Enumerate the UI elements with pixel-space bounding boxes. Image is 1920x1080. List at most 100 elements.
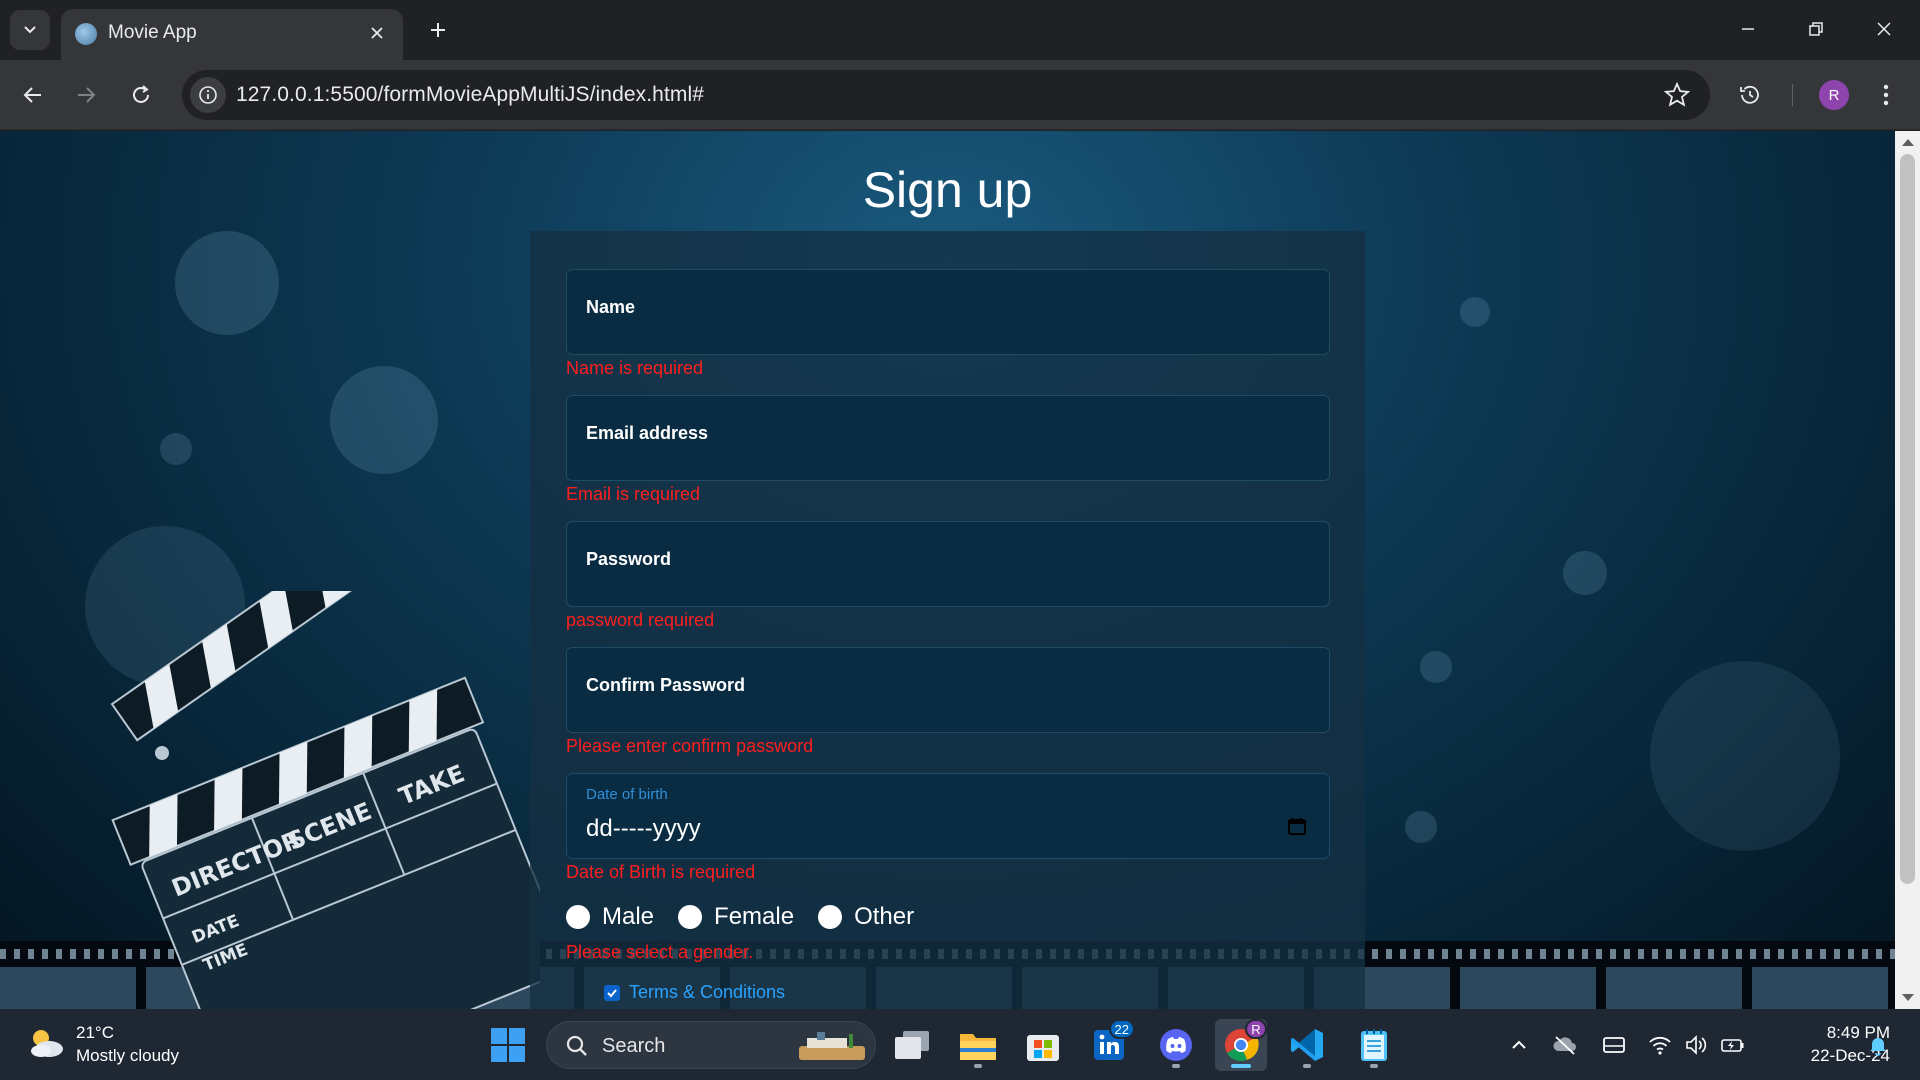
minimize-icon <box>1742 28 1754 30</box>
bokeh-light <box>175 231 279 335</box>
scrollbar-thumb[interactable] <box>1900 154 1915 884</box>
bokeh-light <box>160 433 192 465</box>
plus-icon <box>431 23 445 37</box>
vscode-icon <box>1291 1029 1323 1061</box>
bell-icon <box>1870 1038 1886 1056</box>
toolbar-divider <box>1792 84 1793 106</box>
discord-button[interactable] <box>1150 1019 1202 1071</box>
clapperboard-illustration: DIRECTOR SCENE TAKE DATE TIME <box>110 591 540 1009</box>
page-scrollbar[interactable] <box>1895 131 1920 1009</box>
bokeh-light <box>1420 651 1452 683</box>
close-window-button[interactable] <box>1850 0 1918 58</box>
chrome-taskbar-button[interactable]: R <box>1215 1019 1267 1071</box>
password-field-label: Password <box>586 549 672 569</box>
chevron-down-icon <box>24 26 36 34</box>
email-error: Email is required <box>566 484 701 504</box>
gender-option-female[interactable]: Female <box>678 903 794 931</box>
gender-radio-group: Male Female Other <box>566 897 938 937</box>
site-info-button[interactable] <box>190 77 226 113</box>
gender-label-female: Female <box>714 903 795 930</box>
address-bar[interactable]: 127.0.0.1:5500/formMovieAppMultiJS/index… <box>182 70 1710 120</box>
email-field[interactable]: Email address <box>566 395 1330 481</box>
history-icon <box>1740 85 1759 104</box>
minimize-button[interactable] <box>1714 0 1782 58</box>
new-tab-button[interactable] <box>418 12 458 48</box>
page-viewport: DIRECTOR SCENE TAKE DATE TIME Sign up Na… <box>0 131 1895 1009</box>
bokeh-light <box>1650 661 1840 851</box>
notepad-button[interactable] <box>1348 1019 1400 1071</box>
date-of-birth-value[interactable]: dd-----yyyy <box>586 815 701 843</box>
browser-menu-button[interactable] <box>1870 75 1902 115</box>
file-explorer-button[interactable] <box>952 1019 1004 1071</box>
gender-label-other: Other <box>854 903 915 930</box>
reload-button[interactable] <box>121 75 161 115</box>
date-of-birth-field[interactable]: Date of birth dd-----yyyy <box>566 773 1330 859</box>
arrow-left-icon <box>23 87 41 103</box>
speaker-icon <box>1686 1035 1707 1055</box>
notepad-icon <box>1361 1029 1387 1061</box>
linkedin-button[interactable]: 22 <box>1083 1019 1135 1071</box>
terms-checkbox-row[interactable]: Terms & Conditions <box>604 982 785 1003</box>
touch-keyboard-button[interactable] <box>1600 1031 1628 1059</box>
weather-temperature[interactable]: 21°C <box>76 1023 114 1043</box>
tab-close-button[interactable] <box>365 21 389 45</box>
radio-button[interactable] <box>678 905 703 929</box>
gender-option-other[interactable]: Other <box>818 903 914 931</box>
tab-search-button[interactable] <box>10 10 50 50</box>
history-button[interactable] <box>1730 75 1770 115</box>
url-text[interactable]: 127.0.0.1:5500/formMovieAppMultiJS/index… <box>236 83 704 107</box>
task-view-icon <box>895 1031 929 1059</box>
forward-button[interactable] <box>66 75 106 115</box>
weather-description[interactable]: Mostly cloudy <box>76 1046 179 1066</box>
radio-button[interactable] <box>566 905 590 929</box>
gender-option-male[interactable]: Male <box>566 903 654 931</box>
confirm-password-field-label: Confirm Password <box>586 675 746 695</box>
taskbar-search-box[interactable]: Search <box>546 1021 876 1069</box>
notifications-button[interactable] <box>1864 1031 1892 1059</box>
browser-tab[interactable]: Movie App <box>61 9 403 60</box>
name-field-label: Name <box>586 297 636 317</box>
cloudy-weather-icon[interactable] <box>26 1025 66 1061</box>
confirm-password-field[interactable]: Confirm Password <box>566 647 1330 733</box>
calendar-icon[interactable] <box>1287 816 1307 836</box>
battery-button[interactable] <box>1719 1031 1747 1059</box>
globe-icon <box>75 23 97 45</box>
microsoft-store-button[interactable] <box>1017 1019 1069 1071</box>
name-field[interactable]: Name <box>566 269 1330 355</box>
tab-title: Movie App <box>108 22 197 43</box>
search-icon <box>566 1035 587 1056</box>
scroll-up-arrow-icon[interactable] <box>1902 139 1914 146</box>
restore-button[interactable] <box>1782 0 1850 58</box>
back-button[interactable] <box>13 75 53 115</box>
terms-link[interactable]: Terms & Conditions <box>629 982 785 1003</box>
password-field[interactable]: Password <box>566 521 1330 607</box>
profile-avatar[interactable]: R <box>1819 80 1849 110</box>
password-error: password required <box>566 610 715 630</box>
close-icon <box>371 27 383 39</box>
gender-label-male: Male <box>602 903 655 930</box>
vscode-button[interactable] <box>1281 1019 1333 1071</box>
info-icon <box>199 86 217 104</box>
tray-overflow-button[interactable] <box>1505 1031 1533 1059</box>
scroll-down-arrow-icon[interactable] <box>1902 994 1914 1001</box>
onedrive-button[interactable] <box>1551 1031 1579 1059</box>
radio-button[interactable] <box>818 905 843 929</box>
search-label: Search <box>602 1035 666 1057</box>
date-of-birth-error: Date of Birth is required <box>566 862 756 882</box>
task-view-button[interactable] <box>886 1019 938 1071</box>
page-title: Sign up <box>862 162 1033 218</box>
wifi-button[interactable] <box>1646 1031 1674 1059</box>
email-field-label: Email address <box>586 423 709 443</box>
discord-icon <box>1160 1029 1192 1061</box>
volume-button[interactable] <box>1682 1031 1710 1059</box>
terms-checkbox[interactable] <box>604 984 620 1001</box>
store-icon <box>1027 1035 1059 1061</box>
name-error: Name is required <box>566 358 704 378</box>
start-button[interactable] <box>482 1019 534 1071</box>
reload-icon <box>133 85 149 103</box>
bookmark-star-icon[interactable] <box>1664 82 1690 108</box>
folder-icon <box>960 1034 996 1060</box>
cloud-off-icon <box>1553 1036 1576 1055</box>
date-of-birth-label: Date of birth <box>586 786 668 803</box>
tablet-icon <box>1603 1037 1625 1053</box>
